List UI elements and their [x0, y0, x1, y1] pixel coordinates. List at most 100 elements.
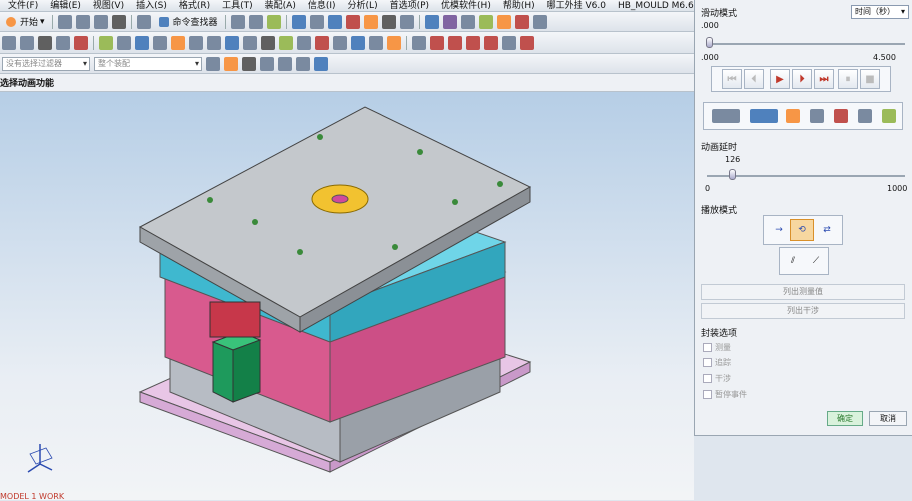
selection-filter-combo[interactable]: 没有选择过滤器 [2, 56, 90, 71]
menu-info[interactable]: 信息(I) [302, 0, 342, 11]
filter-icon[interactable] [206, 56, 220, 71]
move-icon[interactable] [56, 35, 70, 50]
color-icon[interactable] [363, 14, 378, 29]
copy-icon[interactable] [75, 14, 90, 29]
mode-a-button[interactable]: ⫽ [781, 250, 805, 272]
datum-icon[interactable] [207, 35, 221, 50]
pattern-icon[interactable] [351, 35, 365, 50]
stop-button[interactable]: ■ [860, 69, 880, 89]
menu-help[interactable]: 帮助(H) [497, 0, 541, 11]
delay-slider-thumb[interactable] [728, 169, 736, 180]
step-forward-button[interactable]: ⏵ [792, 69, 812, 89]
track-icon[interactable] [786, 109, 800, 123]
mirror-icon[interactable] [333, 35, 347, 50]
menu-hb-mould[interactable]: HB_MOULD M6.6 [612, 0, 694, 11]
gear-icon[interactable] [858, 109, 872, 123]
offset-icon[interactable] [279, 35, 293, 50]
blend-icon[interactable] [153, 35, 167, 50]
measure-checkbox[interactable]: 测量 [703, 342, 731, 353]
block-icon[interactable] [38, 35, 52, 50]
section-icon[interactable] [399, 14, 414, 29]
ejector-icon[interactable] [514, 14, 529, 29]
assembly-icon[interactable] [230, 14, 245, 29]
menu-assembly[interactable]: 装配(A) [259, 0, 302, 11]
fit-icon[interactable] [309, 14, 324, 29]
shaded-icon[interactable] [327, 14, 342, 29]
stop-icon[interactable] [520, 35, 534, 50]
menu-view[interactable]: 视图(V) [87, 0, 130, 11]
cancel-button[interactable]: 取消 [869, 411, 907, 426]
render-style-icon[interactable] [345, 14, 360, 29]
select-face-icon[interactable] [242, 56, 256, 71]
pause-event-checkbox[interactable]: 暂停事件 [703, 389, 747, 400]
track-checkbox[interactable]: 追踪 [703, 357, 731, 368]
pause-icon[interactable] [502, 35, 516, 50]
cube-icon[interactable] [314, 56, 328, 71]
pause-button[interactable]: ⏸ [838, 69, 858, 89]
analysis-icon[interactable] [442, 14, 457, 29]
menu-tools[interactable]: 工具(T) [216, 0, 259, 11]
boolean-icon[interactable] [369, 35, 383, 50]
extrude-icon[interactable] [387, 35, 401, 50]
box-select-icon[interactable] [296, 56, 310, 71]
surface-icon[interactable] [478, 14, 493, 29]
fx-icon[interactable] [117, 35, 131, 50]
delete-icon[interactable] [111, 14, 126, 29]
mode-b-button[interactable]: ⟋ [804, 250, 828, 272]
sketch-icon[interactable] [2, 35, 16, 50]
component-icon[interactable] [248, 14, 263, 29]
menu-analysis[interactable]: 分析(L) [342, 0, 384, 11]
undo-icon[interactable] [136, 14, 151, 29]
first-frame-icon[interactable] [412, 35, 426, 50]
ok-button[interactable]: 确定 [827, 411, 863, 426]
menu-preferences[interactable]: 首选项(P) [384, 0, 435, 11]
extra-icon[interactable] [532, 14, 547, 29]
select-body-icon[interactable] [260, 56, 274, 71]
expression-icon[interactable] [99, 35, 113, 50]
step-back-button[interactable]: ⏴ [744, 69, 764, 89]
csys-icon[interactable] [261, 35, 275, 50]
time-slider-thumb[interactable] [706, 37, 713, 48]
wireframe-icon[interactable] [381, 14, 396, 29]
plane-icon[interactable] [225, 35, 239, 50]
shell-icon[interactable] [297, 35, 311, 50]
axis-icon[interactable] [243, 35, 257, 50]
command-finder-button[interactable]: 命令查找器 [153, 15, 222, 28]
play-icon[interactable] [448, 35, 462, 50]
edit-icon[interactable] [135, 35, 149, 50]
snap-icon[interactable] [224, 56, 238, 71]
menu-plugin[interactable]: 优模软件(H) [435, 0, 497, 11]
hole-icon[interactable] [189, 35, 203, 50]
home-icon[interactable] [882, 109, 896, 123]
mold-icon[interactable] [496, 14, 511, 29]
link-select-icon[interactable] [750, 109, 778, 123]
view-orient-icon[interactable] [291, 14, 306, 29]
interference-icon[interactable] [834, 109, 848, 123]
interference-checkbox[interactable]: 干涉 [703, 373, 731, 384]
mode-select-icon[interactable] [712, 109, 740, 123]
menu-format[interactable]: 格式(R) [173, 0, 216, 11]
list-measure-button[interactable]: 列出测量值 [701, 284, 905, 300]
graphics-viewport[interactable] [0, 92, 694, 500]
assembly-scope-combo[interactable]: 整个装配 [94, 56, 202, 71]
time-mode-dropdown[interactable]: 时间（秒） [851, 5, 909, 19]
layer-icon[interactable] [266, 14, 281, 29]
last-frame-button[interactable]: ⏭ [814, 69, 834, 89]
trim-icon[interactable] [74, 35, 88, 50]
menu-file[interactable]: 文件(F) [2, 0, 44, 11]
menu-edit[interactable]: 编辑(E) [44, 0, 87, 11]
point-icon[interactable] [20, 35, 34, 50]
measure-icon[interactable] [810, 109, 824, 123]
first-frame-button[interactable]: ⏮ [722, 69, 742, 89]
lasso-icon[interactable] [278, 56, 292, 71]
loop-button[interactable]: ⟲ [790, 219, 814, 241]
chamfer-icon[interactable] [171, 35, 185, 50]
prev-frame-icon[interactable] [430, 35, 444, 50]
menu-insert[interactable]: 插入(S) [130, 0, 173, 11]
curve-icon[interactable] [460, 14, 475, 29]
back-and-forth-button[interactable]: ⇄ [815, 219, 839, 241]
play-once-button[interactable]: → [767, 219, 791, 241]
cut-icon[interactable] [57, 14, 72, 29]
paste-icon[interactable] [93, 14, 108, 29]
measure-icon[interactable] [424, 14, 439, 29]
